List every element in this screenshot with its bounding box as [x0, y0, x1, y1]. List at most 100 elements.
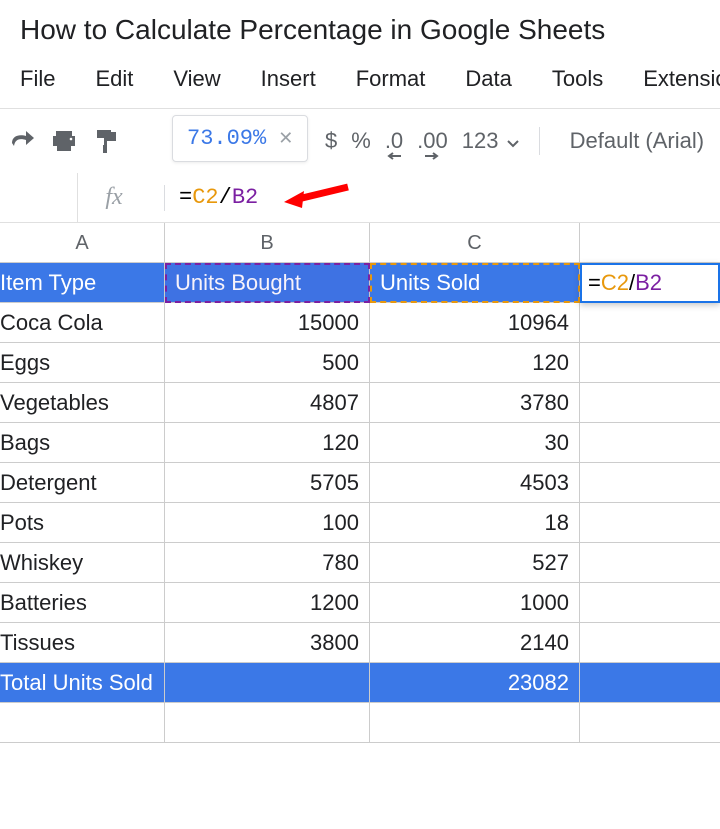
- column-headers: A B C: [0, 223, 720, 263]
- cell[interactable]: [165, 703, 370, 742]
- cell[interactable]: 120: [370, 343, 580, 382]
- cell[interactable]: [580, 663, 720, 702]
- cell[interactable]: [165, 663, 370, 702]
- close-icon[interactable]: ✕: [278, 128, 293, 149]
- cell[interactable]: [370, 703, 580, 742]
- col-header-a[interactable]: A: [0, 223, 165, 262]
- cell[interactable]: [580, 583, 720, 622]
- paint-format-icon[interactable]: [92, 127, 120, 155]
- cell[interactable]: 527: [370, 543, 580, 582]
- cell[interactable]: [580, 543, 720, 582]
- cell[interactable]: 10964: [370, 303, 580, 342]
- decrease-decimal-button[interactable]: .0: [385, 128, 403, 154]
- cell[interactable]: 30: [370, 423, 580, 462]
- cell[interactable]: 1000: [370, 583, 580, 622]
- cell[interactable]: [580, 703, 720, 742]
- menu-tools[interactable]: Tools: [532, 60, 623, 98]
- menu-bar: File Edit View Insert Format Data Tools …: [0, 56, 720, 109]
- table-row: Pots 100 18: [0, 503, 720, 543]
- cell[interactable]: 100: [165, 503, 370, 542]
- fx-separator: [164, 185, 165, 211]
- table-row: Coca Cola 15000 10964: [0, 303, 720, 343]
- print-icon[interactable]: [50, 127, 78, 155]
- increase-decimal-button[interactable]: .00: [417, 128, 448, 154]
- col-header-d[interactable]: [580, 223, 720, 262]
- cell[interactable]: 1200: [165, 583, 370, 622]
- menu-view[interactable]: View: [153, 60, 240, 98]
- percent-button[interactable]: %: [351, 128, 371, 154]
- cell[interactable]: Bags: [0, 423, 165, 462]
- currency-button[interactable]: $: [325, 128, 337, 154]
- annotation-arrow-icon: [280, 183, 350, 213]
- table-row: [0, 703, 720, 743]
- table-total-row: Total Units Sold 23082: [0, 663, 720, 703]
- formula-ref-b2: B2: [232, 185, 258, 210]
- formula-ref-c2: C2: [192, 185, 218, 210]
- spreadsheet-grid[interactable]: A B C Item Type Units Bought Units Sold …: [0, 223, 720, 743]
- name-box[interactable]: [0, 173, 78, 222]
- cell[interactable]: [580, 423, 720, 462]
- formula-op: /: [219, 185, 232, 210]
- cell[interactable]: Whiskey: [0, 543, 165, 582]
- toolbar: 73.09% ✕ $ % .0 .00 123 Default (Arial): [0, 109, 720, 173]
- formula-input[interactable]: =C2/B2: [179, 185, 258, 210]
- menu-file[interactable]: File: [0, 60, 75, 98]
- menu-format[interactable]: Format: [336, 60, 446, 98]
- total-label[interactable]: Total Units Sold: [0, 663, 165, 702]
- cell[interactable]: [580, 503, 720, 542]
- redo-icon[interactable]: [8, 127, 36, 155]
- cell[interactable]: 120: [165, 423, 370, 462]
- formula-bar: fx =C2/B2: [0, 173, 720, 223]
- cell[interactable]: Batteries: [0, 583, 165, 622]
- cell[interactable]: [0, 703, 165, 742]
- cell[interactable]: Coca Cola: [0, 303, 165, 342]
- header-percentage[interactable]: Percentage: [580, 263, 720, 302]
- cell[interactable]: Pots: [0, 503, 165, 542]
- header-item-type[interactable]: Item Type: [0, 263, 165, 302]
- cell[interactable]: Detergent: [0, 463, 165, 502]
- page-title: How to Calculate Percentage in Google Sh…: [0, 0, 720, 56]
- table-row: Batteries 1200 1000: [0, 583, 720, 623]
- formula-result-tooltip: 73.09% ✕: [172, 115, 308, 162]
- cell[interactable]: [580, 303, 720, 342]
- total-value[interactable]: 23082: [370, 663, 580, 702]
- table-row: Whiskey 780 527: [0, 543, 720, 583]
- menu-extensions[interactable]: Extensions: [623, 60, 720, 98]
- header-units-bought[interactable]: Units Bought: [165, 263, 370, 302]
- menu-data[interactable]: Data: [445, 60, 531, 98]
- fx-label: fx: [78, 184, 150, 211]
- menu-edit[interactable]: Edit: [75, 60, 153, 98]
- cell[interactable]: Tissues: [0, 623, 165, 662]
- cell[interactable]: 780: [165, 543, 370, 582]
- col-header-c[interactable]: C: [370, 223, 580, 262]
- cell[interactable]: 4807: [165, 383, 370, 422]
- cell[interactable]: 2140: [370, 623, 580, 662]
- header-units-sold[interactable]: Units Sold: [370, 263, 580, 302]
- table-row: Vegetables 4807 3780: [0, 383, 720, 423]
- cell[interactable]: [580, 343, 720, 382]
- table-row: Eggs 500 120: [0, 343, 720, 383]
- table-row: Bags 120 30: [0, 423, 720, 463]
- cell[interactable]: 15000: [165, 303, 370, 342]
- more-formats-button[interactable]: 123: [462, 128, 519, 154]
- formula-equals: =: [179, 185, 192, 210]
- table-row: Detergent 5705 4503: [0, 463, 720, 503]
- cell[interactable]: 3800: [165, 623, 370, 662]
- cell[interactable]: [580, 623, 720, 662]
- cell[interactable]: 5705: [165, 463, 370, 502]
- cell[interactable]: Eggs: [0, 343, 165, 382]
- cell[interactable]: 500: [165, 343, 370, 382]
- cell[interactable]: Vegetables: [0, 383, 165, 422]
- cell[interactable]: 4503: [370, 463, 580, 502]
- menu-insert[interactable]: Insert: [241, 60, 336, 98]
- table-row: Tissues 3800 2140: [0, 623, 720, 663]
- col-header-b[interactable]: B: [165, 223, 370, 262]
- cell[interactable]: [580, 383, 720, 422]
- cell[interactable]: 3780: [370, 383, 580, 422]
- font-selector[interactable]: Default (Arial): [570, 128, 704, 154]
- cell[interactable]: [580, 463, 720, 502]
- table-header-row: Item Type Units Bought Units Sold Percen…: [0, 263, 720, 303]
- formula-result-value: 73.09%: [187, 126, 266, 151]
- cell[interactable]: 18: [370, 503, 580, 542]
- toolbar-separator: [539, 127, 540, 155]
